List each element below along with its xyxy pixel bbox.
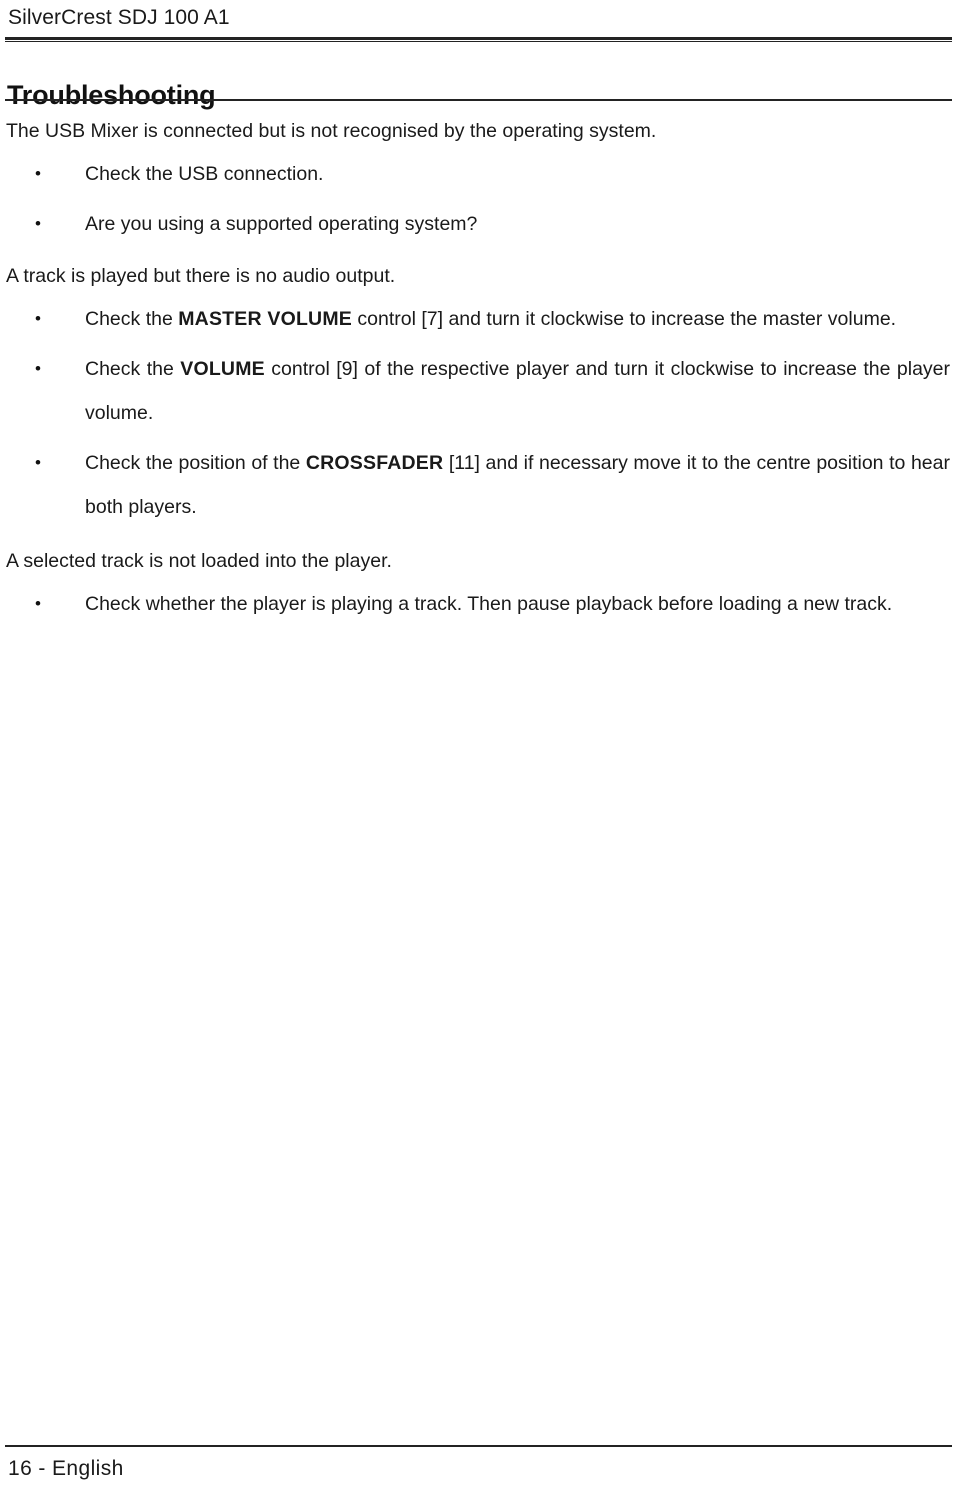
header-divider-rule: [5, 37, 952, 42]
remedy-list: • Check the USB connection. • Are you using…: [0, 152, 960, 246]
bullet-icon: •: [35, 453, 41, 472]
remedy-list: • Check whether the player is playing a t…: [0, 582, 960, 626]
control-name: VOLUME: [180, 358, 265, 380]
document-page: SilverCrest SDJ 100 A1 Troubleshooting T…: [0, 0, 960, 1497]
list-item: • Check the MASTER VOLUME control [7] and…: [0, 297, 960, 341]
list-item: • Check the VOLUME control [9] of the res…: [0, 347, 960, 435]
list-item: • Check the USB connection.: [0, 152, 960, 196]
title-divider-rule: [5, 99, 952, 101]
running-header-product-title: SilverCrest SDJ 100 A1: [8, 6, 230, 29]
list-item: • Check whether the player is playing a t…: [0, 582, 960, 626]
bullet-icon: •: [35, 594, 41, 613]
remedy-text-lead: Check the position of the: [85, 452, 306, 474]
remedy-text-tail: control [7] and turn it clockwise to inc…: [352, 308, 897, 330]
control-name: MASTER VOLUME: [178, 308, 352, 330]
problem-statement: A selected track is not loaded into the …: [6, 550, 392, 572]
footer-page-label: 16 - English: [8, 1457, 124, 1480]
troubleshooting-section: A track is played but there is no audio …: [0, 260, 960, 529]
problem-statement: The USB Mixer is connected but is not re…: [6, 120, 657, 142]
remedy-list: • Check the MASTER VOLUME control [7] and…: [0, 297, 960, 529]
page-title: Troubleshooting: [7, 80, 216, 111]
bullet-icon: •: [35, 359, 41, 378]
footer-divider-rule: [5, 1445, 952, 1447]
list-item: • Check the position of the CROSSFADER [1…: [0, 441, 960, 529]
bullet-icon: •: [35, 164, 41, 183]
troubleshooting-content: The USB Mixer is connected but is not re…: [0, 115, 960, 626]
remedy-text-lead: Check whether the player is playing a tr…: [85, 593, 893, 615]
remedy-text-lead: Are you using a supported operating syst…: [85, 213, 478, 235]
remedy-text-lead: Check the: [85, 358, 181, 380]
list-item: • Are you using a supported operating sys…: [0, 202, 960, 246]
problem-statement: A track is played but there is no audio …: [6, 265, 396, 287]
remedy-text-lead: Check the: [85, 308, 179, 330]
bullet-icon: •: [35, 214, 41, 233]
bullet-icon: •: [35, 309, 41, 328]
remedy-text-lead: Check the USB connection.: [85, 163, 324, 185]
troubleshooting-section: The USB Mixer is connected but is not re…: [0, 115, 960, 246]
control-name: CROSSFADER: [305, 452, 444, 474]
troubleshooting-section: A selected track is not loaded into the …: [0, 545, 960, 626]
